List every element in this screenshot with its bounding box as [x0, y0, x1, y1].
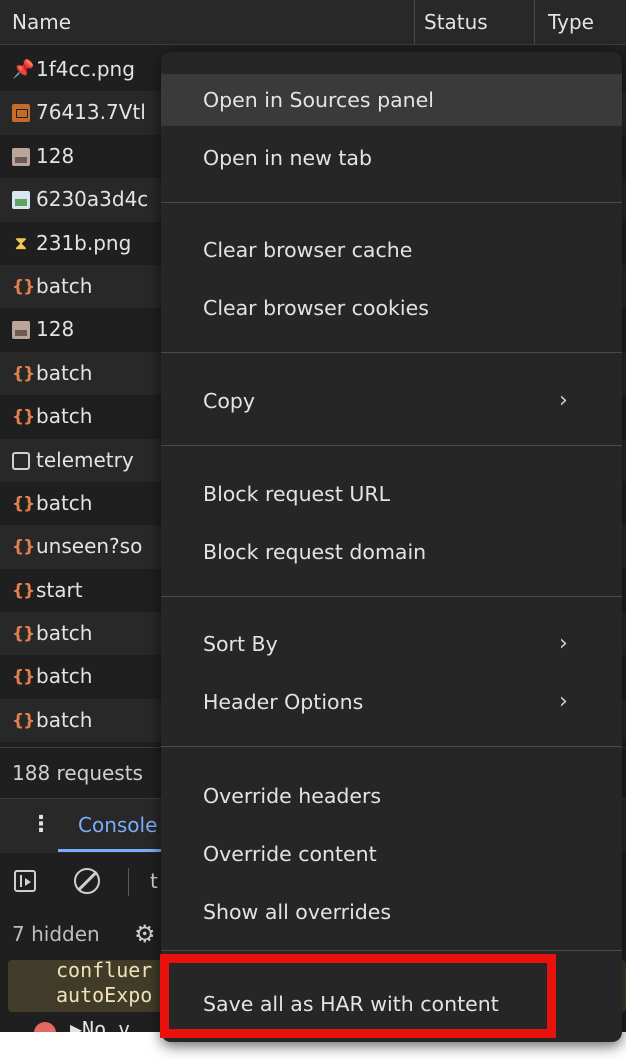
chevron-right-icon: › [559, 689, 568, 714]
menu-item-override-content[interactable]: Override content [161, 828, 622, 880]
menu-item-block-request-url[interactable]: Block request URL [161, 468, 622, 520]
more-options-icon[interactable]: ⋮ [30, 811, 52, 839]
request-name: 128 [36, 317, 75, 342]
request-name: start [36, 577, 83, 602]
menu-item-label: Clear browser cache [203, 238, 413, 262]
request-count: 188 requests [12, 761, 143, 785]
checkbox-icon [12, 451, 30, 470]
pin-icon: 📌 [12, 59, 35, 80]
image-icon [12, 147, 30, 166]
fetch-icon: {} [12, 667, 35, 688]
request-name: batch [36, 360, 93, 385]
request-name: unseen?so [36, 534, 143, 559]
menu-separator [161, 445, 622, 446]
menu-separator [161, 596, 622, 597]
toolbar-divider [128, 868, 129, 896]
menu-item-sort-by[interactable]: Sort By › [161, 618, 622, 670]
show-sidebar-icon[interactable] [14, 870, 36, 892]
column-status-header[interactable]: Status [424, 0, 488, 44]
request-name: 231b.png [36, 230, 132, 255]
image-icon [12, 191, 30, 210]
column-divider[interactable] [534, 0, 535, 44]
request-name: batch [36, 273, 93, 298]
request-name: 128 [36, 143, 75, 168]
request-name: batch [36, 664, 93, 689]
document-icon [12, 104, 30, 123]
context-menu: Open in Sources panel Open in new tab Cl… [161, 52, 622, 1042]
clear-console-icon[interactable] [74, 868, 100, 894]
menu-item-label: Override content [203, 842, 377, 866]
fetch-icon: {} [12, 363, 35, 384]
column-divider[interactable] [414, 0, 415, 44]
menu-item-label: Override headers [203, 784, 382, 808]
request-name: batch [36, 490, 93, 515]
menu-item-copy[interactable]: Copy › [161, 375, 622, 427]
request-name: batch [36, 707, 93, 732]
menu-separator [161, 746, 622, 747]
menu-item-label: Header Options [203, 690, 364, 714]
active-tab-indicator [58, 849, 168, 852]
hidden-count: 7 hidden [12, 922, 100, 946]
fetch-icon: {} [12, 624, 35, 645]
context-selector[interactable]: t [150, 853, 158, 909]
menu-item-label: Show all overrides [203, 900, 392, 924]
fetch-icon: {} [12, 276, 35, 297]
menu-item-label: Sort By [203, 632, 278, 656]
menu-separator [161, 950, 622, 951]
menu-item-label: Open in new tab [203, 146, 372, 170]
fetch-icon: {} [12, 580, 35, 601]
fetch-icon: {} [12, 537, 35, 558]
menu-separator [161, 202, 622, 203]
chevron-right-icon: › [559, 631, 568, 656]
devtools-window: Name Status Type 📌 1f4cc.png 76413.7Vtl 1… [0, 0, 626, 1060]
tab-console[interactable]: Console [78, 799, 157, 851]
menu-item-open-in-new-tab[interactable]: Open in new tab [161, 132, 622, 184]
warning-text: confluer [56, 958, 153, 982]
request-name: 1f4cc.png [36, 57, 135, 81]
chevron-right-icon: › [559, 388, 568, 413]
menu-item-clear-browser-cache[interactable]: Clear browser cache [161, 224, 622, 276]
menu-item-block-request-domain[interactable]: Block request domain [161, 526, 622, 578]
fetch-icon: {} [12, 710, 35, 731]
request-name: batch [36, 404, 93, 429]
fetch-icon: {} [12, 407, 35, 428]
warning-text: autoExpo [56, 983, 153, 1007]
error-text[interactable]: ▶No v [70, 1018, 130, 1032]
menu-item-override-headers[interactable]: Override headers [161, 770, 622, 822]
network-table-header: Name Status Type [0, 0, 626, 45]
fetch-icon: {} [12, 493, 35, 514]
request-name: 6230a3d4c [36, 187, 149, 212]
menu-item-label: Block request domain [203, 540, 427, 564]
gear-icon[interactable]: ⚙ [134, 921, 156, 947]
menu-item-show-all-overrides[interactable]: Show all overrides [161, 886, 622, 938]
menu-item-label: Copy [203, 389, 256, 413]
menu-item-label: Block request URL [203, 482, 391, 506]
menu-item-label: Open in Sources panel [203, 88, 434, 112]
hourglass-icon: ⧗ [14, 232, 28, 254]
menu-item-label: Clear browser cookies [203, 296, 429, 320]
column-name-header[interactable]: Name [12, 0, 71, 44]
highlight-box [160, 954, 556, 1038]
error-icon [34, 1022, 56, 1032]
request-name: 76413.7Vtl [36, 100, 146, 125]
menu-separator [161, 352, 622, 353]
request-name: batch [36, 621, 93, 646]
menu-item-header-options[interactable]: Header Options › [161, 676, 622, 728]
column-type-header[interactable]: Type [548, 0, 594, 44]
request-name: telemetry [36, 447, 134, 472]
image-icon [12, 321, 30, 340]
menu-item-clear-browser-cookies[interactable]: Clear browser cookies [161, 282, 622, 334]
menu-item-open-in-sources[interactable]: Open in Sources panel [161, 74, 622, 126]
